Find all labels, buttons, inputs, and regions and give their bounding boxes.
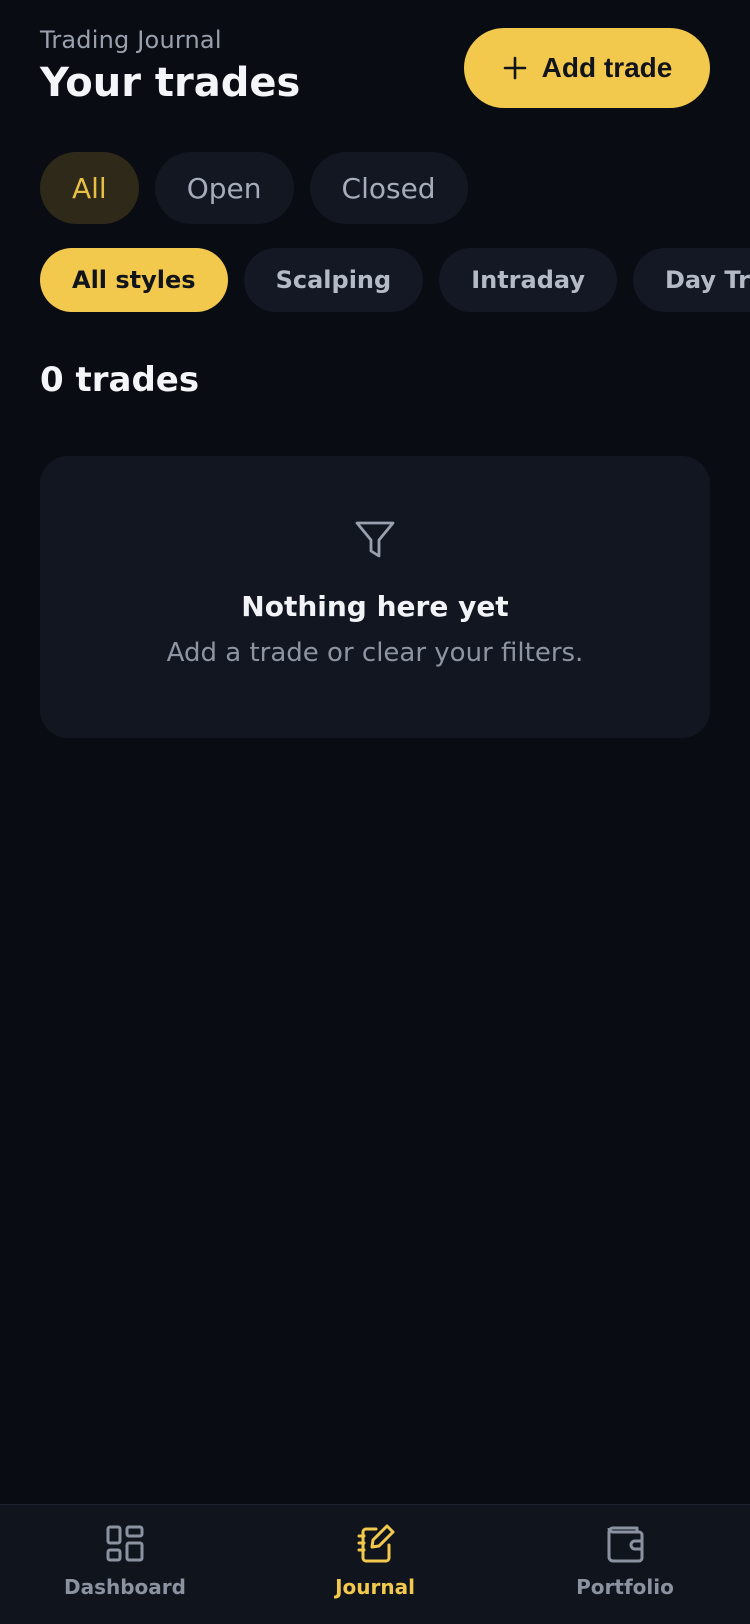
add-trade-button[interactable]: Add trade: [464, 28, 710, 108]
journal-edit-icon: [354, 1523, 396, 1565]
header: Trading Journal Your trades Add trade: [40, 26, 710, 110]
journal-screen: Trading Journal Your trades Add trade Al…: [0, 0, 750, 1624]
add-trade-label: Add trade: [541, 52, 673, 83]
dashboard-grid-icon: [104, 1523, 146, 1565]
status-filter-closed[interactable]: Closed: [309, 152, 468, 224]
page-title: Your trades: [40, 60, 301, 106]
style-filter-all-styles[interactable]: All styles: [40, 248, 228, 312]
wallet-icon: [604, 1523, 646, 1565]
style-filter-day-trading[interactable]: Day Trading: [633, 248, 750, 312]
nav-label-dashboard: Dashboard: [64, 1575, 186, 1599]
empty-state-subtitle: Add a trade or clear your filters.: [166, 638, 584, 668]
status-filter-all[interactable]: All: [40, 152, 139, 224]
status-filter-open[interactable]: Open: [154, 152, 294, 224]
style-filter-group: All styles Scalping Intraday Day Trading: [40, 248, 750, 312]
nav-item-portfolio[interactable]: Portfolio: [535, 1523, 715, 1613]
style-filter-scalping[interactable]: Scalping: [243, 248, 424, 312]
app-eyebrow: Trading Journal: [40, 26, 222, 54]
nav-item-journal[interactable]: Journal: [285, 1523, 465, 1613]
bottom-navigation: Dashboard Journal Portfolio: [0, 1504, 750, 1624]
style-filter-intraday[interactable]: Intraday: [439, 248, 617, 312]
filter-funnel-icon: [353, 518, 397, 562]
empty-state-card: Nothing here yet Add a trade or clear yo…: [40, 456, 710, 738]
nav-label-portfolio: Portfolio: [576, 1575, 674, 1599]
plus-icon: [502, 55, 528, 81]
status-filter-group: All Open Closed: [40, 152, 468, 224]
empty-state-title: Nothing here yet: [241, 590, 509, 623]
nav-label-journal: Journal: [335, 1575, 415, 1599]
trade-count: 0 trades: [40, 360, 200, 400]
nav-item-dashboard[interactable]: Dashboard: [35, 1523, 215, 1613]
